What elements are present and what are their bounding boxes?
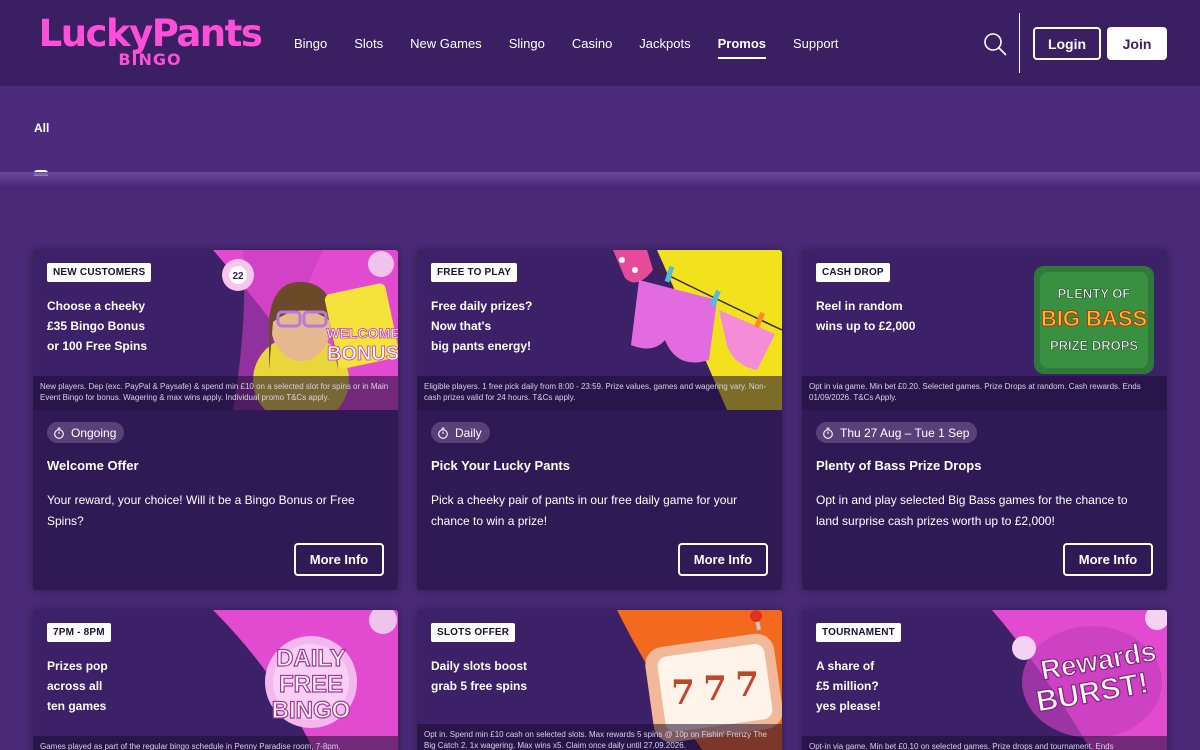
search-icon[interactable] xyxy=(983,32,1007,56)
promo-tag: TOURNAMENT xyxy=(816,623,901,642)
headline-line: big pants energy! xyxy=(431,339,532,353)
promo-headline: Reel in random wins up to £2,000 xyxy=(816,296,1016,336)
header-divider xyxy=(1019,13,1020,73)
promo-headline: Free daily prizes? Now that's big pants … xyxy=(431,296,631,356)
promo-tag: 7PM - 8PM xyxy=(47,623,111,642)
stopwatch-icon xyxy=(438,427,448,439)
nav-item-support[interactable]: Support xyxy=(793,0,839,86)
promo-tag: FREE TO PLAY xyxy=(431,263,518,282)
promo-filter-bar: All xyxy=(0,86,1200,176)
more-info-button[interactable]: More Info xyxy=(294,543,384,576)
nav-item-slots[interactable]: Slots xyxy=(354,0,383,86)
art-text-plenty: PLENTY OF xyxy=(1058,286,1131,301)
promo-tag: NEW CUSTOMERS xyxy=(47,263,152,282)
card-title: Plenty of Bass Prize Drops xyxy=(816,458,982,473)
promo-banner: 22 WELCOME BONUS NEW CUSTOMERS Choose a … xyxy=(33,250,398,410)
fine-print: Opt-in via game. Min bet £0.10 on select… xyxy=(802,736,1167,750)
promo-headline: A share of £5 million? yes please! xyxy=(816,656,1016,716)
art-text-bonus: BONUS xyxy=(327,343,398,365)
promo-banner: PLENTY OF BIG BASS PRIZE DROPS CASH DROP… xyxy=(802,250,1167,410)
art-text-bingo: BINGO xyxy=(272,697,351,724)
fine-print: Games played as part of the regular bing… xyxy=(33,736,398,750)
headline-line: A share of xyxy=(816,659,875,673)
headline-line: or 100 Free Spins xyxy=(47,339,148,353)
headline-line: across all xyxy=(47,679,103,693)
nav-item-new-games[interactable]: New Games xyxy=(410,0,482,86)
main-nav: Bingo Slots New Games Slingo Casino Jack… xyxy=(294,0,866,86)
promo-card-rewards-burst: Rewards BURST! TOURNAMENT A share of £5 … xyxy=(802,610,1167,750)
fine-print: Opt in via game. Min bet £0.20. Selected… xyxy=(802,376,1167,410)
promo-tag: CASH DROP xyxy=(816,263,890,282)
promo-banner: 7 7 7 SLOTS OFFER Daily slots boost grab… xyxy=(417,610,782,750)
fine-print: Opt in. Spend min £10 cash on selected s… xyxy=(417,724,782,750)
promo-banner: DAILY FREE BINGO 7PM - 8PM Prizes pop ac… xyxy=(33,610,398,750)
art-text-welcome: WELCOME xyxy=(326,325,398,341)
card-title: Welcome Offer xyxy=(47,458,139,473)
promo-banner: FREE TO PLAY Free daily prizes? Now that… xyxy=(417,250,782,410)
promo-headline: Choose a cheeky £35 Bingo Bonus or 100 F… xyxy=(47,296,247,356)
reel-seven: 7 xyxy=(703,669,727,709)
status-badge: Daily xyxy=(431,422,490,443)
stopwatch-icon xyxy=(54,427,64,439)
promo-card-lucky-pants: FREE TO PLAY Free daily prizes? Now that… xyxy=(417,250,782,590)
headline-line: grab 5 free spins xyxy=(431,679,528,693)
promo-headline: Prizes pop across all ten games xyxy=(47,656,247,716)
headline-line: yes please! xyxy=(816,699,881,713)
nav-item-casino[interactable]: Casino xyxy=(572,0,612,86)
badge-label: Ongoing xyxy=(71,425,117,440)
headline-line: Free daily prizes? xyxy=(431,299,533,313)
fine-print: New players. Dep (exc. PayPal & Paysafe)… xyxy=(33,376,398,410)
site-header: LuckyPants BINGO Bingo Slots New Games S… xyxy=(0,0,1200,86)
nav-item-bingo[interactable]: Bingo xyxy=(294,0,327,86)
logo-main-text: LuckyPants xyxy=(38,12,263,55)
headline-line: wins up to £2,000 xyxy=(816,319,916,333)
reel-seven: 7 xyxy=(735,665,759,705)
card-title: Pick Your Lucky Pants xyxy=(431,458,570,473)
nav-item-slingo[interactable]: Slingo xyxy=(509,0,545,86)
nav-item-promos[interactable]: Promos xyxy=(717,0,767,86)
reel-seven: 7 xyxy=(671,673,695,713)
logo[interactable]: LuckyPants BINGO xyxy=(32,14,268,72)
nav-item-jackpots[interactable]: Jackpots xyxy=(639,0,690,86)
headline-line: Choose a cheeky xyxy=(47,299,146,313)
promo-card-daily-free-bingo: DAILY FREE BINGO 7PM - 8PM Prizes pop ac… xyxy=(33,610,398,750)
headline-line: Daily slots boost xyxy=(431,659,528,673)
promo-banner: Rewards BURST! TOURNAMENT A share of £5 … xyxy=(802,610,1167,750)
card-description: Opt in and play selected Big Bass games … xyxy=(816,493,1128,528)
filter-shadow xyxy=(0,172,1200,186)
headline-line: Now that's xyxy=(431,319,492,333)
headline-line: Prizes pop xyxy=(47,659,108,673)
headline-line: £35 Bingo Bonus xyxy=(47,319,146,333)
promo-card-big-bass: PLENTY OF BIG BASS PRIZE DROPS CASH DROP… xyxy=(802,250,1167,590)
ball-number: 22 xyxy=(232,271,244,282)
badge-label: Daily xyxy=(455,425,482,440)
stopwatch-icon xyxy=(823,427,833,439)
filter-all[interactable]: All xyxy=(34,121,49,135)
headline-line: £5 million? xyxy=(816,679,879,693)
art-text-daily: DAILY xyxy=(276,645,346,672)
promo-card-slots-boost: 7 7 7 SLOTS OFFER Daily slots boost grab… xyxy=(417,610,782,750)
badge-label: Thu 27 Aug – Tue 1 Sep xyxy=(840,425,970,440)
promo-tag: SLOTS OFFER xyxy=(431,623,516,642)
art-text-big-bass: BIG BASS xyxy=(1041,306,1147,331)
more-info-button[interactable]: More Info xyxy=(1063,543,1153,576)
card-description: Pick a cheeky pair of pants in our free … xyxy=(431,493,738,528)
status-badge: Ongoing xyxy=(47,422,125,443)
card-description: Your reward, your choice! Will it be a B… xyxy=(47,493,355,528)
promo-card-welcome-offer: 22 WELCOME BONUS NEW CUSTOMERS Choose a … xyxy=(33,250,398,590)
art-text-prize-drops: PRIZE DROPS xyxy=(1050,338,1138,353)
fine-print: Eligible players. 1 free pick daily from… xyxy=(417,376,782,410)
art-text-free: FREE xyxy=(279,671,343,698)
status-badge: Thu 27 Aug – Tue 1 Sep xyxy=(816,422,978,443)
join-button[interactable]: Join xyxy=(1107,27,1167,60)
login-button[interactable]: Login xyxy=(1033,27,1101,60)
headline-line: Reel in random xyxy=(816,299,903,313)
promo-headline: Daily slots boost grab 5 free spins xyxy=(431,656,631,696)
headline-line: ten games xyxy=(47,699,107,713)
more-info-button[interactable]: More Info xyxy=(678,543,768,576)
